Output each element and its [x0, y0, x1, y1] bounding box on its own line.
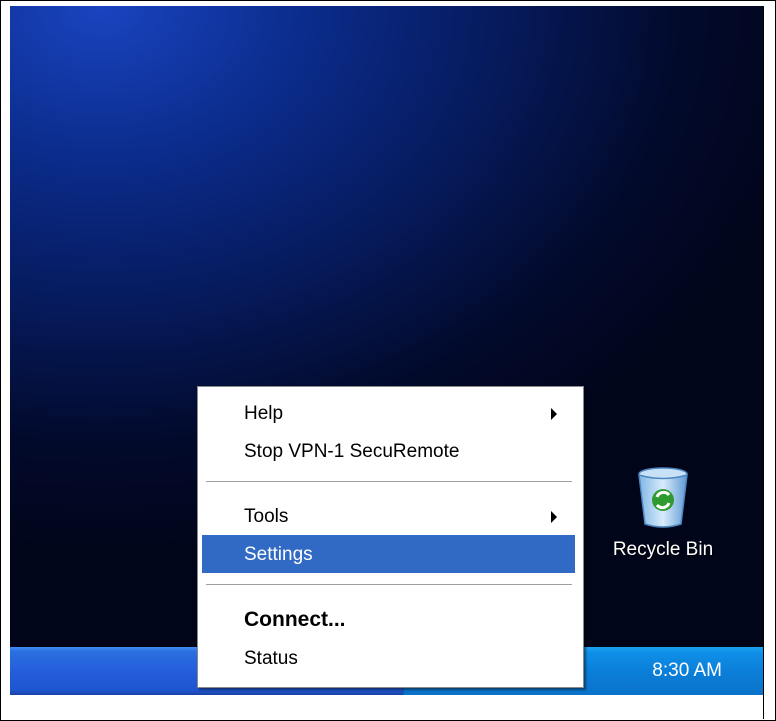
submenu-arrow-icon — [551, 511, 557, 523]
menu-item-label: Settings — [244, 544, 313, 565]
menu-item-stop-vpn[interactable]: Stop VPN-1 SecuRemote — [202, 432, 575, 470]
submenu-arrow-icon — [551, 408, 557, 420]
menu-item-label: Stop VPN-1 SecuRemote — [244, 441, 460, 462]
recycle-bin-icon — [638, 467, 688, 528]
menu-item-status[interactable]: Status — [202, 639, 575, 677]
menu-separator — [206, 481, 572, 483]
context-menu: Help Stop VPN-1 SecuRemote Tools Setting… — [197, 386, 584, 688]
menu-item-label: Status — [244, 648, 298, 669]
menu-item-help[interactable]: Help — [202, 394, 575, 432]
menu-item-settings[interactable]: Settings — [202, 535, 575, 573]
menu-item-label: Connect... — [244, 608, 346, 631]
menu-item-label: Tools — [244, 506, 289, 527]
menu-item-connect[interactable]: Connect... — [202, 599, 575, 637]
menu-item-tools[interactable]: Tools — [202, 497, 575, 535]
recycle-bin-label: Recycle Bin — [612, 539, 714, 560]
menu-item-label: Help — [244, 403, 284, 424]
recycle-bin[interactable]: Recycle Bin — [603, 466, 723, 561]
menu-separator — [206, 584, 572, 586]
clock[interactable]: 8:30 AM — [652, 660, 722, 682]
